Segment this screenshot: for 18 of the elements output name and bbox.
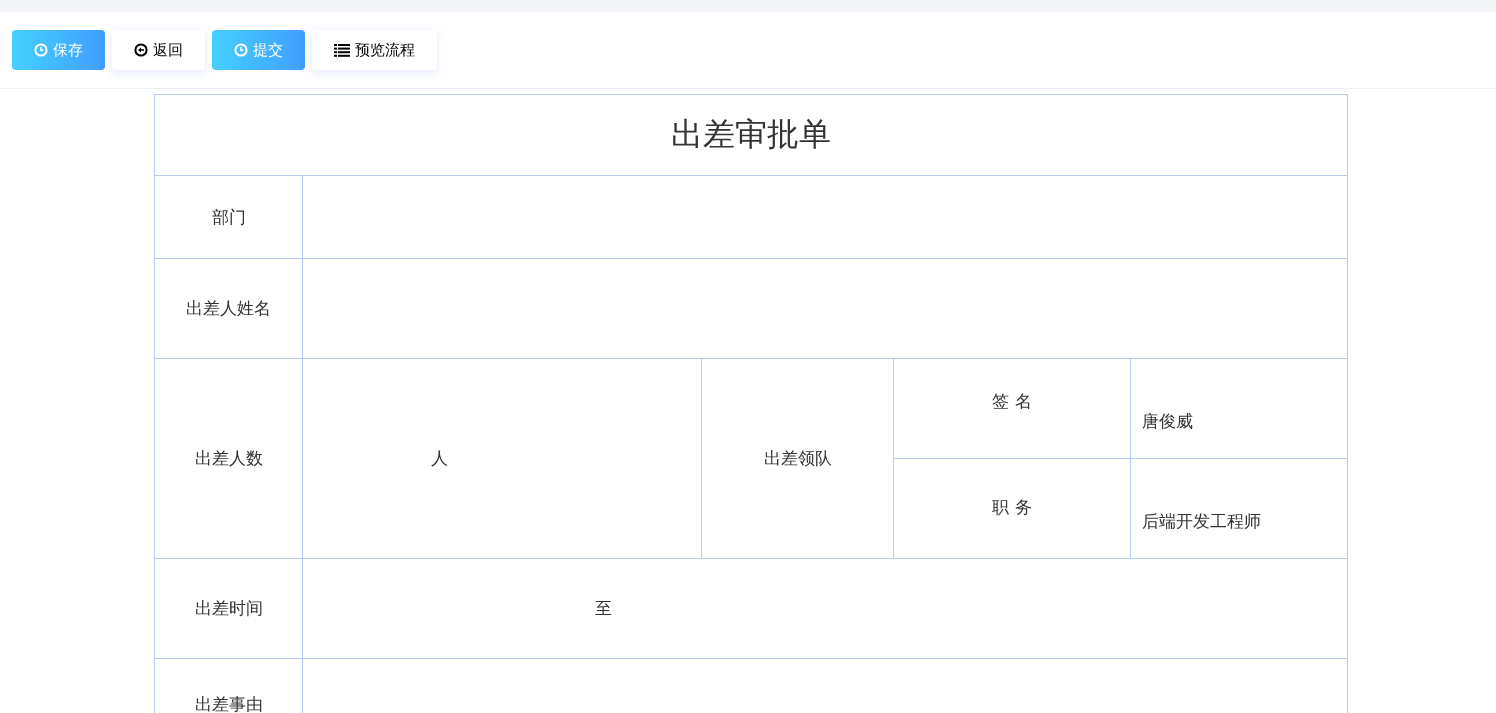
unit-label: 人 <box>431 448 448 468</box>
field-label: 出差事由 <box>194 694 263 713</box>
toolbar-button[interactable]: 预览流程 <box>312 30 437 70</box>
field-label: 职 务 <box>992 497 1032 517</box>
clock-icon <box>234 43 248 57</box>
field-label: 签 名 <box>992 391 1032 411</box>
toolbar-button[interactable]: 返回 <box>112 30 205 70</box>
clock-icon <box>34 43 48 57</box>
form-title: 出差审批单 <box>671 115 832 153</box>
field-label: 出差时间 <box>194 598 263 618</box>
field-label: 出差人数 <box>194 448 263 468</box>
field-label: 出差人姓名 <box>186 298 271 318</box>
list-icon <box>334 43 350 57</box>
field-label: 出差领队 <box>763 448 832 468</box>
field-label: 部门 <box>211 206 246 227</box>
field-value: 唐俊威 <box>1142 411 1193 431</box>
date-separator: 至 <box>595 598 612 618</box>
field-value: 后端开发工程师 <box>1142 511 1261 531</box>
